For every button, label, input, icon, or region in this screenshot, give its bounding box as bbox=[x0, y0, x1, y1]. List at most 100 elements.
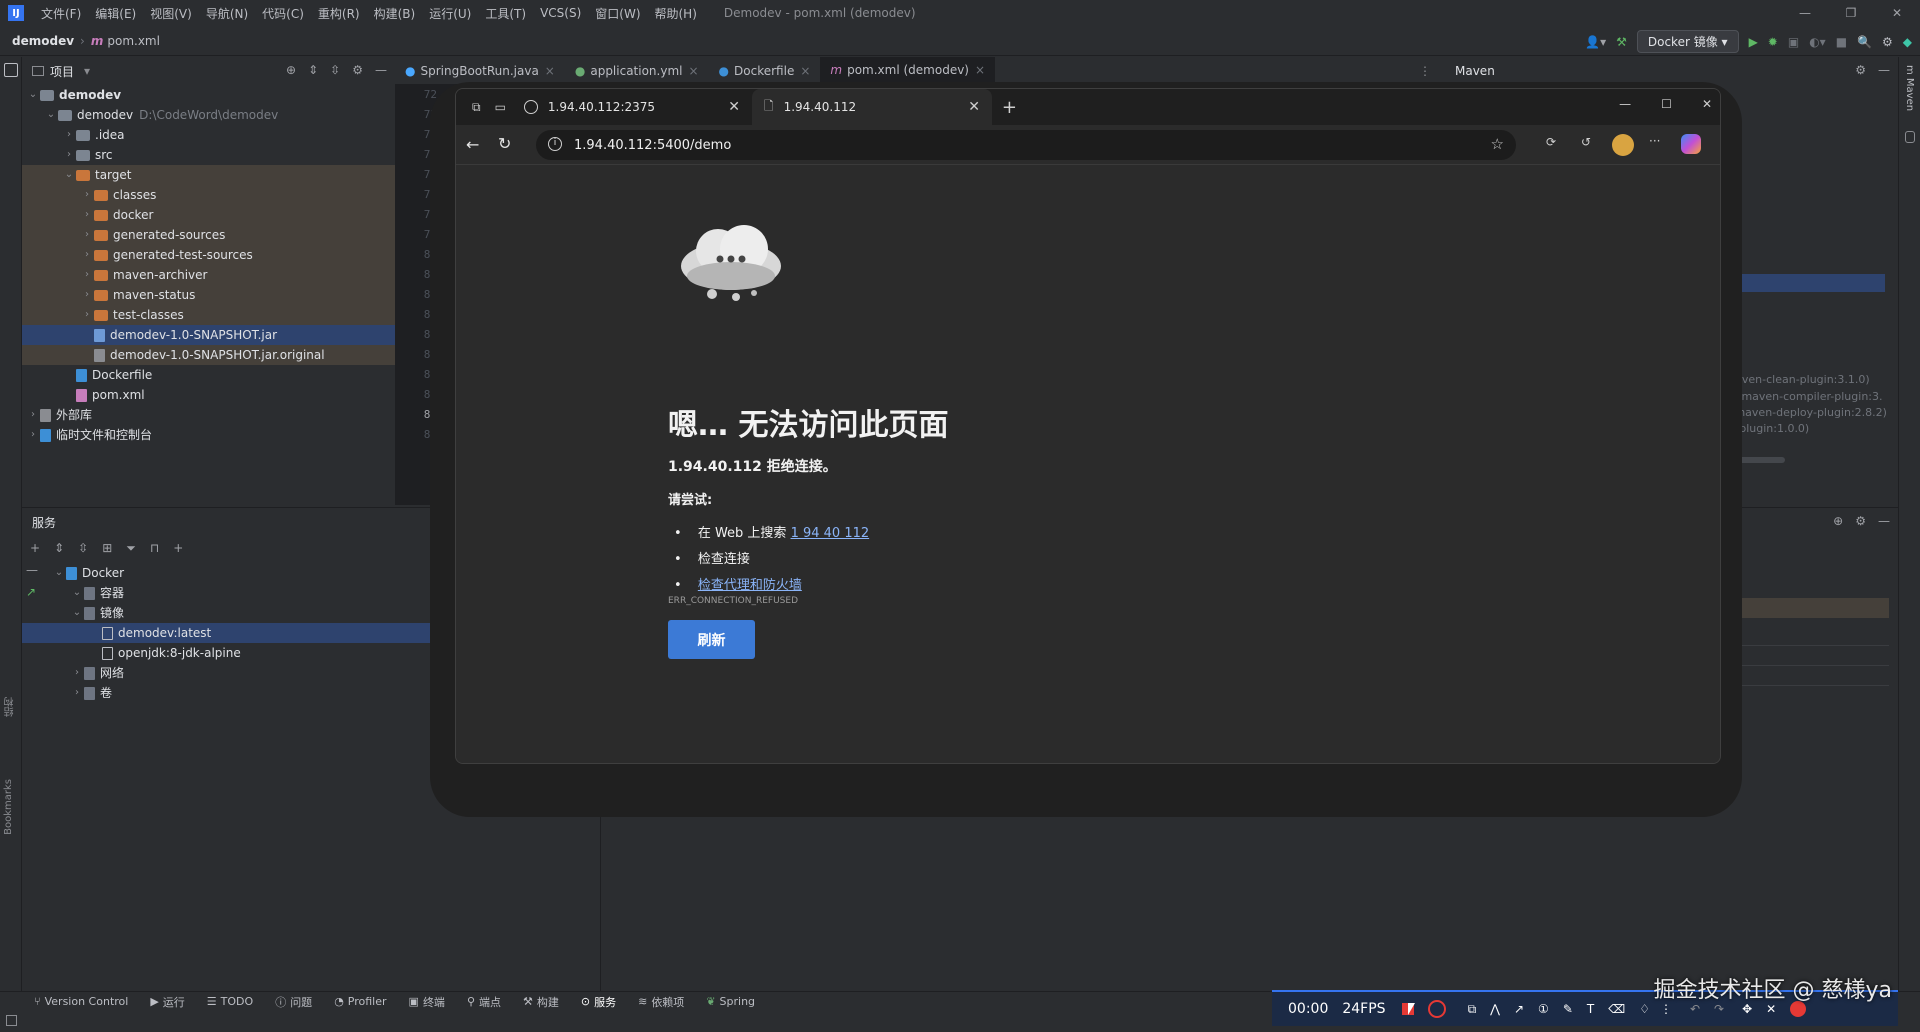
maven-tool-label[interactable]: m Maven bbox=[1904, 65, 1915, 111]
project-tree-item[interactable]: › test-classes bbox=[22, 305, 395, 325]
refresh-button[interactable]: 刷新 bbox=[668, 620, 755, 659]
search-icon[interactable]: 🔍 bbox=[1857, 35, 1872, 49]
more-run-icon[interactable]: ◐▾ bbox=[1809, 35, 1826, 49]
services-tree-item[interactable]: ⌄ 镜像 bbox=[22, 603, 452, 623]
menu-view[interactable]: 视图(V) bbox=[143, 5, 199, 22]
close-tab-icon[interactable]: ✕ bbox=[968, 99, 980, 115]
redo-icon[interactable]: ↷ bbox=[1714, 1002, 1724, 1016]
chevron-right-icon[interactable]: › bbox=[80, 285, 94, 305]
close-tab-icon[interactable]: × bbox=[975, 63, 985, 77]
project-tree-item[interactable]: › generated-sources bbox=[22, 225, 395, 245]
services-tree-item[interactable]: › 网络 bbox=[22, 663, 452, 683]
hide-panel-icon[interactable]: — bbox=[1878, 514, 1890, 528]
workspaces-icon[interactable]: ⧉ bbox=[472, 100, 481, 115]
hide-panel-icon[interactable]: — bbox=[375, 63, 387, 77]
expand-all-icon[interactable]: ⇕ bbox=[54, 541, 64, 555]
run-config-selector[interactable]: Docker 镜像 ▾ bbox=[1636, 30, 1739, 53]
services-tree-item[interactable]: ⌄ Docker bbox=[22, 563, 452, 583]
filter-icon[interactable]: ⏷ bbox=[126, 541, 136, 556]
tool-spring[interactable]: ❦ Spring bbox=[706, 995, 755, 1008]
new-service-icon[interactable]: + bbox=[173, 541, 183, 555]
coverage-icon[interactable]: ▣ bbox=[1788, 35, 1799, 49]
menu-run[interactable]: 运行(U) bbox=[422, 5, 478, 22]
collapse-all-icon[interactable]: ⇳ bbox=[330, 63, 340, 77]
pin-tab-icon[interactable]: ⊓ bbox=[150, 541, 159, 555]
chevron-right-icon[interactable]: › bbox=[80, 225, 94, 245]
chevron-down-icon[interactable]: ⌄ bbox=[70, 583, 84, 603]
menu-window[interactable]: 窗口(W) bbox=[588, 5, 647, 22]
polyline-icon[interactable]: ⋀ bbox=[1490, 1002, 1500, 1016]
chevron-down-icon[interactable]: ▾ bbox=[84, 64, 90, 78]
tool-profiler[interactable]: ◔ Profiler bbox=[334, 995, 386, 1008]
chevron-down-icon[interactable]: ⌄ bbox=[26, 85, 40, 105]
chevron-right-icon[interactable]: › bbox=[70, 663, 84, 683]
highlighter-icon[interactable]: ♢ bbox=[1639, 1002, 1650, 1016]
close-tab-icon[interactable]: × bbox=[688, 64, 698, 78]
project-tree-item[interactable]: Dockerfile bbox=[22, 365, 395, 385]
project-tree-item[interactable]: ⌄ target bbox=[22, 165, 395, 185]
extensions-icon[interactable]: ⟳ bbox=[1546, 135, 1556, 149]
close-icon[interactable]: ✕ bbox=[1874, 0, 1920, 26]
tab-dockerfile[interactable]: ● Dockerfile × bbox=[709, 57, 821, 85]
project-tree-item[interactable]: › classes bbox=[22, 185, 395, 205]
chevron-right-icon[interactable]: › bbox=[70, 683, 84, 703]
new-tab-icon[interactable]: + bbox=[1002, 97, 1017, 118]
chevron-down-icon[interactable]: ⌄ bbox=[52, 563, 66, 583]
tab-application-yml[interactable]: ● application.yml × bbox=[565, 57, 709, 85]
menu-code[interactable]: 代码(C) bbox=[255, 5, 311, 22]
settings-gear-icon[interactable]: ⚙ bbox=[1882, 35, 1893, 49]
maximize-icon[interactable]: ☐ bbox=[1661, 97, 1672, 111]
project-tree-item[interactable]: › maven-status bbox=[22, 285, 395, 305]
jetbrains-ai-icon[interactable]: ◆ bbox=[1903, 35, 1912, 49]
browser-tab-docker-api[interactable]: 1.94.40.112:2375 ✕ bbox=[512, 89, 752, 125]
project-tree-item[interactable]: pom.xml bbox=[22, 385, 395, 405]
chevron-right-icon[interactable]: › bbox=[80, 265, 94, 285]
options-gear-icon[interactable]: ⚙ bbox=[352, 63, 363, 77]
chevron-right-icon[interactable]: › bbox=[26, 425, 40, 445]
close-recorder-icon[interactable]: ✕ bbox=[1766, 1002, 1776, 1016]
expand-all-icon[interactable]: ⇕ bbox=[308, 63, 318, 77]
number-marker-icon[interactable]: ① bbox=[1538, 1002, 1549, 1016]
tool-services[interactable]: ⊙ 服务 bbox=[581, 994, 616, 1010]
eraser-icon[interactable]: ⌫ bbox=[1608, 1002, 1625, 1016]
project-tree-item[interactable]: › 外部库 bbox=[22, 405, 395, 425]
minimize-icon[interactable]: — bbox=[1619, 97, 1631, 111]
chevron-down-icon[interactable]: ⌄ bbox=[70, 603, 84, 623]
menu-tools[interactable]: 工具(T) bbox=[478, 5, 533, 22]
minimize-icon[interactable]: — bbox=[1782, 0, 1828, 26]
services-target-icon[interactable]: ⊕ bbox=[1833, 514, 1843, 528]
copilot-icon[interactable] bbox=[1681, 134, 1701, 154]
menu-vcs[interactable]: VCS(S) bbox=[533, 6, 588, 20]
menu-file[interactable]: 文件(F) bbox=[34, 5, 88, 22]
project-tree-item[interactable]: › .idea bbox=[22, 125, 395, 145]
project-tree-item[interactable]: › src bbox=[22, 145, 395, 165]
stop-icon[interactable]: ■ bbox=[1836, 35, 1847, 49]
site-info-icon[interactable]: i bbox=[548, 137, 562, 151]
services-tree-item[interactable]: demodev:latest bbox=[22, 623, 452, 643]
project-tree-item[interactable]: › docker bbox=[22, 205, 395, 225]
chevron-right-icon[interactable]: › bbox=[80, 205, 94, 225]
services-settings-gear-icon[interactable]: ⚙ bbox=[1855, 514, 1866, 528]
favorite-star-icon[interactable]: ☆ bbox=[1491, 135, 1504, 153]
menu-navigate[interactable]: 导航(N) bbox=[199, 5, 255, 22]
search-link[interactable]: 1 94 40 112 bbox=[791, 526, 870, 541]
move-icon[interactable]: ✥ bbox=[1742, 1002, 1752, 1016]
tab-springbootrun[interactable]: ● SpringBootRun.java × bbox=[395, 57, 565, 85]
structure-tool-label[interactable]: 结构 bbox=[3, 697, 18, 717]
arrow-tool-icon[interactable]: ↗ bbox=[1514, 1002, 1524, 1016]
pen-icon[interactable]: ✎ bbox=[1563, 1002, 1573, 1016]
hide-panel-icon[interactable]: — bbox=[1878, 63, 1890, 77]
project-tree-item[interactable]: › generated-test-sources bbox=[22, 245, 395, 265]
chevron-right-icon[interactable]: › bbox=[62, 125, 76, 145]
menu-help[interactable]: 帮助(H) bbox=[648, 5, 704, 22]
database-tool-icon[interactable] bbox=[1905, 131, 1915, 144]
run-icon[interactable]: ▶ bbox=[1749, 35, 1758, 49]
services-tree-item[interactable]: › 卷 bbox=[22, 683, 452, 703]
more-tools-icon[interactable]: ⋮ bbox=[1660, 1002, 1672, 1016]
tool-dependencies[interactable]: ≋ 依赖项 bbox=[638, 994, 684, 1010]
menu-edit[interactable]: 编辑(E) bbox=[88, 5, 143, 22]
project-tree-item[interactable]: ⌄ demodev D:\CodeWord\demodev bbox=[22, 105, 395, 125]
undo-icon[interactable]: ↶ bbox=[1690, 1002, 1700, 1016]
reload-icon[interactable]: ↻ bbox=[498, 134, 511, 153]
shapes-icon[interactable]: ⧉ bbox=[1468, 1002, 1477, 1017]
